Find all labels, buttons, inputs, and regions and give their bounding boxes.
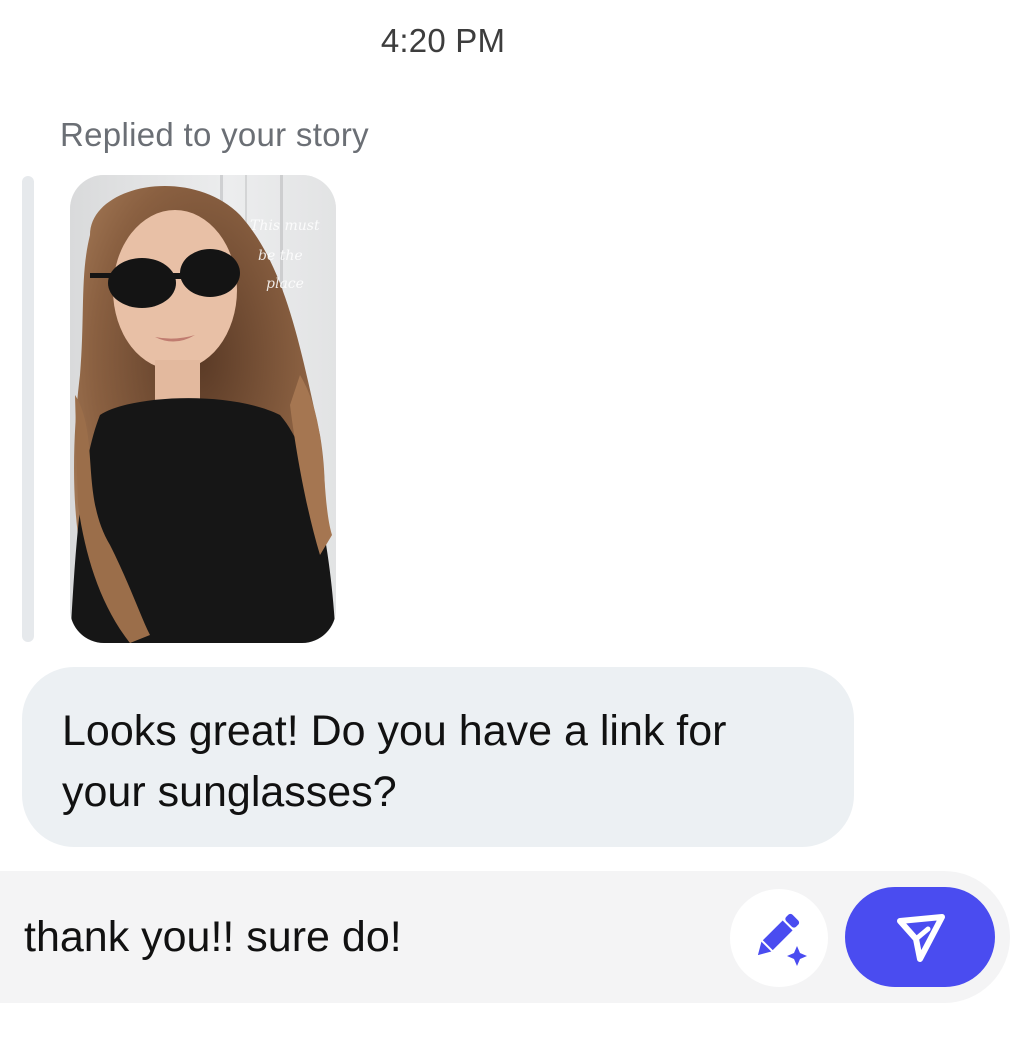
story-overlay-line-3: place <box>266 276 304 292</box>
pencil-sparkle-icon <box>757 913 807 966</box>
message-timestamp: 4:20 PM <box>380 22 506 59</box>
incoming-message-line-2: your sunglasses? <box>62 768 397 816</box>
incoming-message-bubble[interactable]: Looks great! Do you have a link for your… <box>22 667 854 847</box>
story-reply-label: Replied to your story <box>60 116 369 153</box>
conversation-screen: 4:20 PM Replied to your story This must … <box>0 0 1034 1052</box>
quote-bar <box>22 176 34 642</box>
message-composer[interactable]: thank you!! sure do! <box>0 871 1010 1003</box>
send-button[interactable] <box>845 887 995 987</box>
story-image: This must be the place <box>70 175 336 643</box>
paper-plane-icon <box>897 914 945 962</box>
composer-input[interactable]: thank you!! sure do! <box>24 911 402 963</box>
story-overlay-line-1: This must <box>250 218 320 234</box>
incoming-message-line-1: Looks great! Do you have a link for <box>62 707 727 755</box>
ai-rewrite-button[interactable] <box>730 889 828 987</box>
story-thumbnail[interactable]: This must be the place <box>70 175 336 643</box>
story-overlay-line-2: be the <box>258 248 303 264</box>
